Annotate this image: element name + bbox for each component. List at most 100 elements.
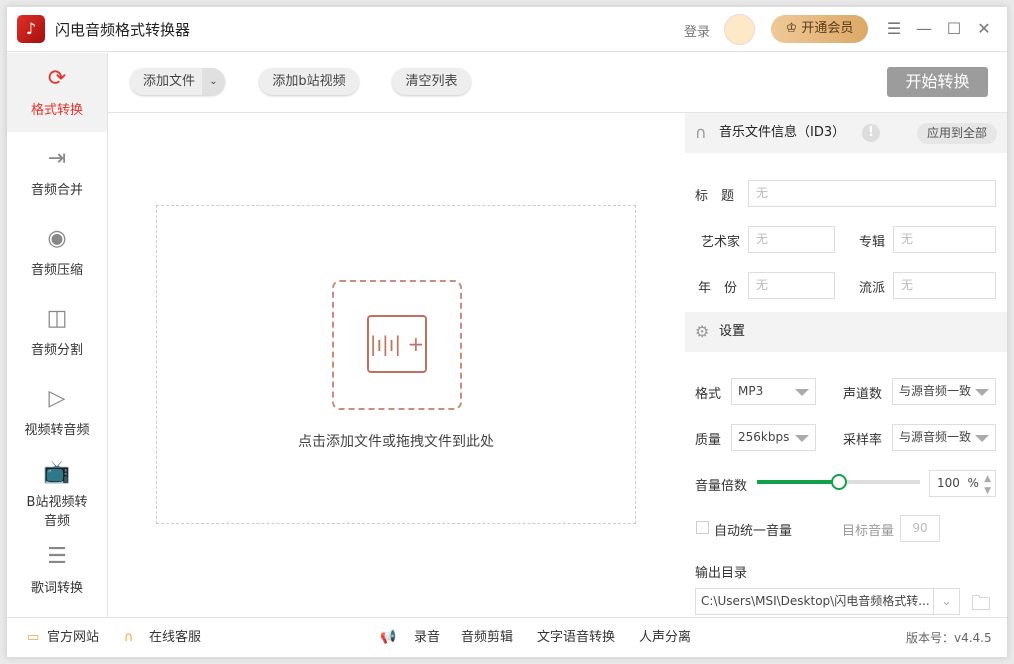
album-input[interactable]: 无 bbox=[893, 226, 996, 253]
vocal-separation-link[interactable]: 人声分离 bbox=[639, 618, 691, 658]
toolbar: 添加文件 ⌄ 添加b站视频 清空列表 开始转换 bbox=[108, 53, 1007, 113]
login-link[interactable]: 登录 bbox=[684, 21, 710, 40]
tts-link[interactable]: 文字语音转换 bbox=[537, 618, 615, 658]
quality-label: 质量 bbox=[695, 433, 722, 448]
title-input[interactable]: 无 bbox=[748, 180, 996, 207]
volume-slider-handle[interactable] bbox=[830, 474, 847, 490]
drop-hint: 点击添加文件或拖拽文件到此处 bbox=[298, 434, 494, 450]
volume-slider[interactable] bbox=[757, 474, 920, 490]
close-button[interactable]: ✕ bbox=[972, 17, 996, 41]
monitor-icon: ▭ bbox=[27, 630, 40, 645]
volume-label: 音量倍数 bbox=[695, 479, 748, 494]
start-convert-button[interactable]: 开始转换 bbox=[887, 67, 988, 97]
artist-input[interactable]: 无 bbox=[748, 226, 835, 253]
record-link[interactable]: 录音 bbox=[414, 618, 440, 658]
volume-unit: % bbox=[967, 476, 979, 490]
sidebar: ⟳ 格式转换 ⇥ 音频合并 ◉ 音频压缩 ◫ 音频分割 ▷ 视频转音频 📺 B站视频转音频 … bbox=[7, 53, 108, 617]
chevron-down-icon[interactable]: ⌄ bbox=[202, 68, 225, 95]
output-label: 输出目录 bbox=[695, 566, 748, 581]
year-label: 年 份 bbox=[698, 281, 738, 296]
volume-value: 100 bbox=[937, 476, 960, 490]
avatar[interactable] bbox=[724, 14, 755, 45]
apply-all-button[interactable]: 应用到全部 bbox=[917, 123, 997, 144]
volume-stepper[interactable]: 100 % ▲ ▼ bbox=[929, 470, 996, 497]
add-file-area[interactable]: |ı|ı| + bbox=[332, 280, 462, 410]
auto-volume-checkbox[interactable] bbox=[696, 521, 709, 534]
menu-icon[interactable]: ☰ bbox=[882, 17, 906, 41]
id3-header: ∩ 音乐文件信息（ID3） ! 应用到全部 bbox=[685, 113, 1007, 153]
stepper-arrows-icon[interactable]: ▲ ▼ bbox=[984, 473, 991, 497]
channels-value: 与源音频一致 bbox=[899, 384, 972, 398]
channels-label: 声道数 bbox=[843, 387, 883, 402]
year-input[interactable]: 无 bbox=[748, 272, 835, 299]
info-icon[interactable]: ! bbox=[862, 124, 880, 142]
dropdown-arrow-icon bbox=[975, 389, 989, 396]
sidebar-item-label: 视频转音频 bbox=[24, 423, 90, 438]
version-label: 版本号：v4.4.5 bbox=[906, 631, 992, 645]
video-icon: ▷ bbox=[48, 386, 66, 411]
samplerate-select[interactable]: 与源音频一致 bbox=[892, 424, 996, 451]
bilibili-icon: 📺 bbox=[43, 460, 71, 485]
lyrics-icon: ☰ bbox=[47, 544, 67, 569]
add-bilibili-button[interactable]: 添加b站视频 bbox=[259, 68, 359, 95]
format-value: MP3 bbox=[738, 384, 764, 398]
sidebar-item-label: 音频分割 bbox=[30, 343, 83, 358]
clear-list-button[interactable]: 清空列表 bbox=[392, 68, 471, 95]
app-logo-icon: ♪ bbox=[17, 15, 45, 43]
app-title: 闪电音频格式转换器 bbox=[55, 21, 191, 39]
audio-edit-link[interactable]: 音频剪辑 bbox=[461, 618, 513, 658]
target-volume-label: 目标音量 bbox=[842, 524, 895, 539]
auto-volume-label: 自动统一音量 bbox=[714, 524, 793, 539]
sidebar-item-label: 歌词转换 bbox=[30, 581, 83, 596]
add-file-label: 添加文件 bbox=[143, 74, 196, 89]
add-file-button[interactable]: 添加文件 ⌄ bbox=[130, 68, 225, 95]
chevron-down-icon[interactable]: ⌄ bbox=[933, 589, 959, 614]
compress-icon: ◉ bbox=[47, 226, 67, 251]
genre-label: 流派 bbox=[859, 281, 886, 296]
id3-title: 音乐文件信息（ID3） bbox=[719, 125, 846, 140]
volume-slider-fill bbox=[757, 480, 839, 484]
settings-title: 设置 bbox=[719, 324, 746, 339]
footer: ▭ 官方网站 ∩ 在线客服 📢 录音 音频剪辑 文字语音转换 人声分离 版本号：… bbox=[7, 617, 1007, 657]
headset-icon: ∩ bbox=[124, 630, 134, 645]
target-volume-input[interactable]: 90 bbox=[900, 515, 940, 542]
sidebar-item-compress[interactable]: ◉ 音频压缩 bbox=[7, 225, 107, 278]
dropdown-arrow-icon bbox=[795, 389, 809, 396]
samplerate-value: 与源音频一致 bbox=[899, 430, 972, 444]
output-path-select[interactable]: C:\Users\MSI\Desktop\闪电音频格式转... ⌄ bbox=[695, 588, 960, 615]
right-panel: ∩ 音乐文件信息（ID3） ! 应用到全部 标 题 无 艺术家 无 专辑 无 年… bbox=[685, 113, 1007, 617]
drop-zone[interactable]: |ı|ı| + 点击添加文件或拖拽文件到此处 bbox=[156, 205, 636, 524]
website-link[interactable]: 官方网站 bbox=[47, 618, 99, 658]
title-label: 标 题 bbox=[695, 189, 735, 204]
sidebar-item-label: 音频压缩 bbox=[30, 263, 83, 278]
sidebar-item-format-convert[interactable]: ⟳ 格式转换 bbox=[7, 53, 107, 132]
split-icon: ◫ bbox=[46, 306, 68, 331]
sidebar-item-video-to-audio[interactable]: ▷ 视频转音频 bbox=[7, 385, 107, 438]
sidebar-item-bilibili[interactable]: 📺 B站视频转音频 bbox=[7, 459, 107, 531]
sidebar-item-lyrics[interactable]: ☰ 歌词转换 bbox=[7, 543, 107, 596]
sidebar-item-merge[interactable]: ⇥ 音频合并 bbox=[7, 145, 107, 198]
megaphone-icon: 📢 bbox=[380, 630, 397, 645]
channels-select[interactable]: 与源音频一致 bbox=[892, 378, 996, 405]
minimize-button[interactable]: — bbox=[912, 17, 936, 41]
format-label: 格式 bbox=[695, 387, 722, 402]
maximize-button[interactable]: ☐ bbox=[942, 17, 966, 41]
title-bar: ♪ 闪电音频格式转换器 登录 ♔ 开通会员 ☰ — ☐ ✕ bbox=[7, 7, 1007, 52]
settings-header: ⚙ 设置 bbox=[685, 312, 1007, 352]
gear-icon: ⚙ bbox=[695, 322, 710, 341]
audio-add-icon: |ı|ı| + bbox=[367, 315, 427, 373]
quality-select[interactable]: 256kbps bbox=[731, 424, 816, 451]
sidebar-item-split[interactable]: ◫ 音频分割 bbox=[7, 305, 107, 358]
sidebar-item-label: 音频合并 bbox=[30, 183, 83, 198]
artist-label: 艺术家 bbox=[701, 235, 741, 250]
format-select[interactable]: MP3 bbox=[731, 378, 816, 405]
headphones-icon: ∩ bbox=[695, 123, 707, 142]
crown-icon: ♔ bbox=[785, 21, 802, 36]
genre-input[interactable]: 无 bbox=[893, 272, 996, 299]
album-label: 专辑 bbox=[859, 235, 886, 250]
support-link[interactable]: 在线客服 bbox=[149, 618, 201, 658]
merge-icon: ⇥ bbox=[47, 146, 67, 171]
vip-button[interactable]: ♔ 开通会员 bbox=[771, 15, 868, 43]
sidebar-item-label: B站视频转音频 bbox=[26, 495, 88, 529]
quality-value: 256kbps bbox=[738, 430, 790, 444]
